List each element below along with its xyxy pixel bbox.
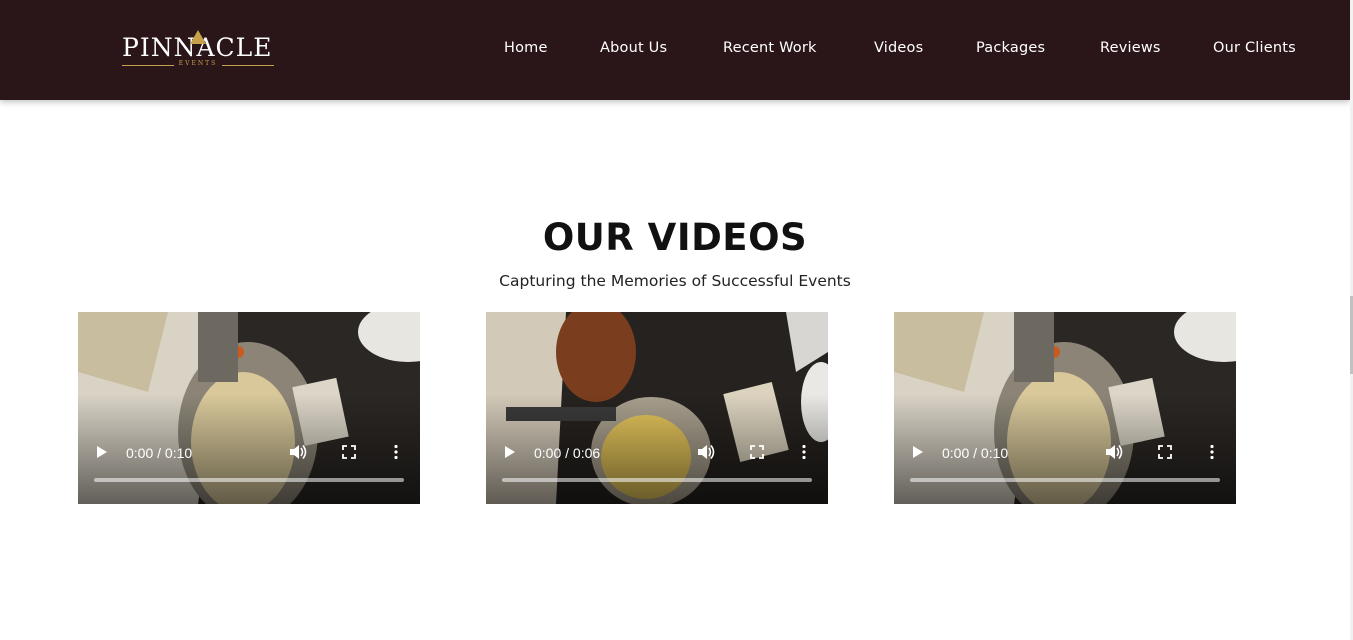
nav-reviews[interactable]: Reviews [1100,40,1161,56]
more-options-icon[interactable] [392,444,400,460]
play-icon[interactable] [504,445,516,459]
nav-recent-work[interactable]: Recent Work [723,40,817,56]
nav-about-us[interactable]: About Us [600,40,667,56]
volume-icon[interactable] [290,444,308,460]
section-subtitle: Capturing the Memories of Successful Eve… [499,272,851,290]
more-options-icon[interactable] [800,444,808,460]
site-header: PINNACLE EVENTS Home About Us Recent Wor… [0,0,1350,100]
video-progress-bar[interactable] [910,478,1220,482]
more-options-icon[interactable] [1208,444,1216,460]
volume-icon[interactable] [1106,444,1124,460]
video-controls: 0:00 / 0:10 [78,434,420,504]
play-icon[interactable] [912,445,924,459]
nav-packages[interactable]: Packages [976,40,1045,56]
nav-home[interactable]: Home [504,40,548,56]
video-time: 0:00 / 0:10 [942,445,1009,461]
volume-icon[interactable] [698,444,716,460]
video-player[interactable]: 0:00 / 0:10 [894,312,1236,504]
video-time: 0:00 / 0:10 [126,445,193,461]
video-progress-bar[interactable] [94,478,404,482]
logo-triangle-icon [190,30,206,44]
logo-subtitle: EVENTS [174,60,222,67]
fullscreen-icon[interactable] [342,445,356,459]
brand-logo[interactable]: PINNACLE EVENTS [122,30,274,72]
video-controls: 0:00 / 0:10 [894,434,1236,504]
section-title: OUR VIDEOS [542,216,808,259]
video-player[interactable]: 0:00 / 0:10 [78,312,420,504]
nav-our-clients[interactable]: Our Clients [1213,40,1296,56]
play-icon[interactable] [96,445,108,459]
nav-videos[interactable]: Videos [874,40,923,56]
fullscreen-icon[interactable] [750,445,764,459]
video-time: 0:00 / 0:06 [534,445,601,461]
video-controls: 0:00 / 0:06 [486,434,828,504]
video-progress-bar[interactable] [502,478,812,482]
video-player[interactable]: 0:00 / 0:06 [486,312,828,504]
fullscreen-icon[interactable] [1158,445,1172,459]
